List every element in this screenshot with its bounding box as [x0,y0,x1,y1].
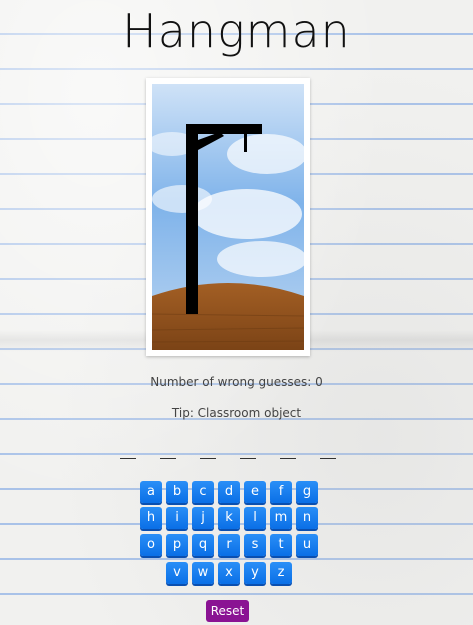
key-q[interactable]: q [192,534,214,556]
key-r[interactable]: r [218,534,240,556]
key-e[interactable]: e [244,481,266,503]
letter-blank [120,458,136,459]
letter-blank [160,458,176,459]
letter-blank [240,458,256,459]
wrong-guesses-counter: Number of wrong guesses: 0 [150,375,323,389]
key-b[interactable]: b [166,481,188,503]
tip-text: Tip: Classroom object [171,406,302,420]
key-l[interactable]: l [244,507,266,529]
letter-blank [280,458,296,459]
key-m[interactable]: m [270,507,292,529]
gallows-illustration [152,84,304,350]
key-z[interactable]: z [270,562,292,584]
key-c[interactable]: c [192,481,214,503]
key-n[interactable]: n [296,507,318,529]
key-j[interactable]: j [192,507,214,529]
key-u[interactable]: u [296,534,318,556]
key-p[interactable]: p [166,534,188,556]
key-w[interactable]: w [192,562,214,584]
key-g[interactable]: g [296,481,318,503]
key-d[interactable]: d [218,481,240,503]
key-f[interactable]: f [270,481,292,503]
page-title: Hangman [122,4,351,58]
key-s[interactable]: s [244,534,266,556]
key-a[interactable]: a [140,481,162,503]
letter-blank [200,458,216,459]
key-k[interactable]: k [218,507,240,529]
reset-button[interactable]: Reset [206,600,249,622]
key-x[interactable]: x [218,562,240,584]
key-t[interactable]: t [270,534,292,556]
key-y[interactable]: y [244,562,266,584]
key-v[interactable]: v [166,562,188,584]
key-h[interactable]: h [140,507,162,529]
key-o[interactable]: o [140,534,162,556]
word-blanks [118,446,340,466]
gallows-picture-frame [146,78,310,356]
letter-blank [320,458,336,459]
key-i[interactable]: i [166,507,188,529]
